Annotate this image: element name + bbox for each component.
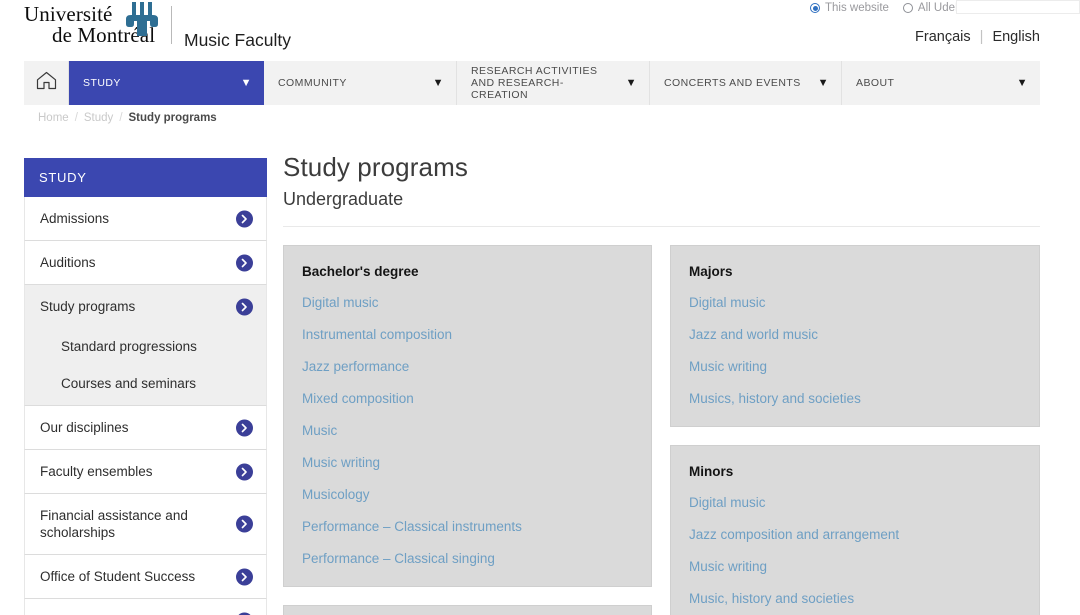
breadcrumb-separator: / — [74, 112, 78, 124]
sidebar-item-label: Office of Student Success — [40, 569, 196, 584]
program-link[interactable]: Music writing — [689, 359, 1021, 374]
language-switcher: Français | English — [915, 29, 1040, 45]
nav-item-research-label: RESEARCH ACTIVITIES AND RESEARCH-CREATIO… — [471, 65, 598, 101]
sidebar-item-label: Auditions — [40, 255, 96, 270]
radio-this-website[interactable]: This website — [810, 2, 889, 14]
chevron-down-icon: ▼ — [625, 77, 637, 89]
sidebar-item-label: Study programs — [40, 299, 136, 314]
radio-indicator-all-udem[interactable] — [902, 3, 913, 13]
sidebar-subitem-label: Courses and seminars — [61, 376, 197, 391]
sidebar-item-international-mobility[interactable]: International mobility — [24, 599, 267, 615]
sidebar-item-office-of-student-success[interactable]: Office of Student Success — [24, 555, 267, 599]
search-scope-radio-group: This website All UdeM — [810, 2, 965, 14]
program-link[interactable]: Jazz and world music — [689, 327, 1021, 342]
page-title: Study programs — [283, 152, 468, 182]
nav-item-community-label: COMMUNITY — [278, 77, 347, 89]
chevron-down-icon: ▼ — [240, 77, 252, 89]
breadcrumb-separator: / — [119, 112, 123, 124]
sidebar-item-financial-assistance[interactable]: Financial assistance and scholarships — [24, 494, 267, 555]
program-link[interactable]: Music, history and societies — [689, 591, 1021, 606]
program-link[interactable]: Digital music — [689, 295, 1021, 310]
breadcrumb-current: Study programs — [128, 112, 217, 124]
card-title: Majors — [689, 264, 733, 279]
chevron-right-circle-icon[interactable] — [236, 419, 253, 436]
program-link[interactable]: Music writing — [302, 455, 633, 470]
udem-logo-mark — [118, 2, 166, 38]
content-divider — [283, 226, 1040, 227]
chevron-down-icon: ▼ — [1016, 77, 1028, 89]
sidebar-item-label: Faculty ensembles — [40, 464, 153, 479]
chevron-right-circle-icon[interactable] — [236, 568, 253, 585]
sidebar-subitem-label: Standard progressions — [61, 339, 197, 354]
nav-item-study-label: STUDY — [83, 77, 121, 89]
page-subtitle: Undergraduate — [283, 189, 404, 209]
program-link[interactable]: Mixed composition — [302, 391, 633, 406]
sidebar-heading: STUDY — [24, 158, 267, 197]
card-majors: Majors Digital music Jazz and world musi… — [670, 245, 1040, 427]
sidebar-item-our-disciplines[interactable]: Our disciplines — [24, 406, 267, 450]
language-separator: | — [979, 29, 984, 45]
programs-columns: Bachelor's degree Digital music Instrume… — [283, 245, 1040, 615]
nav-item-about[interactable]: ABOUT ▼ — [842, 61, 1040, 105]
search-input[interactable] — [956, 0, 1080, 14]
nav-item-about-label: ABOUT — [856, 77, 895, 89]
program-link[interactable]: Performance – Classical singing — [302, 551, 633, 566]
chevron-right-circle-icon[interactable] — [236, 210, 253, 227]
language-link-francais[interactable]: Français — [915, 29, 971, 45]
chevron-right-circle-icon[interactable] — [236, 298, 253, 315]
sidebar-item-auditions[interactable]: Auditions — [24, 241, 267, 285]
main-navigation: STUDY ▼ COMMUNITY ▼ RESEARCH ACTIVITIES … — [24, 61, 1040, 105]
program-link[interactable]: Music writing — [689, 559, 1021, 574]
program-link[interactable]: Jazz performance — [302, 359, 633, 374]
nav-item-concerts-and-events-label: CONCERTS AND EVENTS — [664, 77, 801, 89]
sidebar-subitem-standard-progressions[interactable]: Standard progressions — [24, 328, 267, 365]
programs-column-right: Majors Digital music Jazz and world musi… — [670, 245, 1040, 615]
radio-indicator-this-website[interactable] — [810, 3, 820, 13]
home-icon — [36, 71, 57, 95]
card-next-partial — [283, 605, 652, 615]
nav-item-community[interactable]: COMMUNITY ▼ — [264, 61, 457, 105]
sidebar-item-study-programs[interactable]: Study programs — [24, 285, 267, 328]
nav-item-concerts-and-events[interactable]: CONCERTS AND EVENTS ▼ — [650, 61, 842, 105]
chevron-right-circle-icon[interactable] — [236, 463, 253, 480]
program-link[interactable]: Musicology — [302, 487, 633, 502]
card-minors: Minors Digital music Jazz composition an… — [670, 445, 1040, 615]
breadcrumb: Home / Study / Study programs — [38, 112, 217, 124]
brand-divider — [171, 6, 172, 44]
program-link[interactable]: Jazz composition and arrangement — [689, 527, 1021, 542]
breadcrumb-item-study[interactable]: Study — [84, 112, 113, 124]
program-link[interactable]: Music — [302, 423, 633, 438]
nav-item-research[interactable]: RESEARCH ACTIVITIES AND RESEARCH-CREATIO… — [457, 61, 650, 105]
nav-item-study[interactable]: STUDY ▼ — [69, 61, 264, 105]
sidebar-item-admissions[interactable]: Admissions — [24, 197, 267, 241]
sidebar-subitem-courses-and-seminars[interactable]: Courses and seminars — [24, 365, 267, 406]
radio-label-this-website: This website — [825, 2, 889, 14]
sidebar-item-faculty-ensembles[interactable]: Faculty ensembles — [24, 450, 267, 494]
chevron-right-circle-icon[interactable] — [236, 254, 253, 271]
program-link[interactable]: Instrumental composition — [302, 327, 633, 342]
card-bachelors-degree: Bachelor's degree Digital music Instrume… — [283, 245, 652, 587]
chevron-right-circle-icon[interactable] — [236, 515, 253, 533]
programs-column-left: Bachelor's degree Digital music Instrume… — [283, 245, 652, 615]
sidebar-item-label: Admissions — [40, 211, 110, 226]
chevron-down-icon: ▼ — [817, 77, 829, 89]
program-link[interactable]: Performance – Classical instruments — [302, 519, 633, 534]
chevron-down-icon: ▼ — [432, 77, 444, 89]
card-title: Minors — [689, 464, 734, 479]
program-link[interactable]: Musics, history and societies — [689, 391, 1021, 406]
sidebar-item-label: Our disciplines — [40, 420, 129, 435]
language-link-english[interactable]: English — [992, 29, 1040, 45]
program-link[interactable]: Digital music — [689, 495, 1021, 510]
card-title: Bachelor's degree — [302, 264, 419, 279]
main-content: Study programs Undergraduate Bachelor's … — [283, 152, 1040, 615]
sidebar-item-label: Financial assistance and scholarships — [40, 508, 188, 540]
breadcrumb-item-home[interactable]: Home — [38, 112, 69, 124]
nav-home-button[interactable] — [24, 61, 69, 105]
sidebar: STUDY Admissions Auditions Study program… — [24, 158, 267, 615]
program-link[interactable]: Digital music — [302, 295, 633, 310]
faculty-name: Music Faculty — [184, 30, 291, 50]
